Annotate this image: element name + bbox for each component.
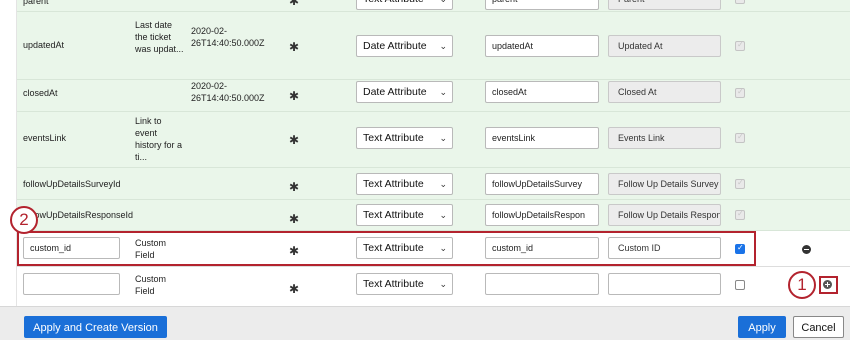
callout-number: 2 — [10, 206, 38, 234]
field-name: closedAt — [23, 88, 58, 98]
attribute-type-select[interactable]: Date Attribute ⌄ — [356, 35, 453, 57]
cancel-button[interactable]: Cancel — [793, 316, 844, 338]
field-name: updatedAt — [23, 40, 65, 50]
attribute-type-value: Text Attribute — [363, 0, 424, 5]
field-name: followUpDetailsSurveyId — [23, 179, 121, 189]
custom-field-row-highlight — [17, 231, 756, 266]
apply-and-create-version-button[interactable]: Apply and Create Version — [24, 316, 167, 338]
left-panel-edge — [0, 0, 17, 340]
include-checkbox — [735, 40, 745, 51]
field-id-input[interactable]: followUpDetailsSurvey — [485, 173, 599, 195]
table-row: eventsLink Link to event history for a t… — [17, 112, 850, 168]
attribute-type-value: Text Attribute — [363, 178, 424, 190]
field-id-input[interactable]: updatedAt — [485, 35, 599, 57]
field-sample-value: 2020-02-26T14:40:50.000Z — [191, 26, 265, 48]
chevron-down-icon: ⌄ — [439, 133, 447, 143]
attribute-type-select[interactable]: Text Attribute ⌄ — [356, 204, 453, 226]
field-sample-value: 2020-02-26T14:40:50.000Z — [191, 81, 265, 103]
attribute-type-value: Text Attribute — [363, 132, 424, 144]
chevron-down-icon: ⌄ — [439, 0, 447, 9]
field-name: eventsLink — [23, 133, 67, 143]
include-checkbox — [735, 178, 745, 189]
gear-icon[interactable]: ✱ — [288, 181, 300, 193]
callout-number: 1 — [788, 271, 816, 299]
gear-icon[interactable]: ✱ — [288, 0, 300, 7]
table-row: followUpDetailsResponseId ✱ Text Attribu… — [17, 200, 850, 231]
apply-button[interactable]: Apply — [738, 316, 786, 338]
include-checkbox — [735, 209, 745, 220]
table-row: followUpDetailsSurveyId ✱ Text Attribute… — [17, 168, 850, 200]
add-button-highlight — [819, 276, 838, 294]
chevron-down-icon: ⌄ — [439, 87, 447, 97]
field-name: parent — [23, 0, 49, 6]
gear-icon[interactable]: ✱ — [288, 41, 300, 53]
field-description: Custom Field — [135, 274, 167, 296]
chevron-down-icon: ⌄ — [439, 179, 447, 189]
table-row: updatedAt Last date the ticket was updat… — [17, 12, 850, 80]
attribute-type-value: Date Attribute — [363, 86, 427, 98]
include-checkbox — [735, 0, 745, 4]
field-label-display: Follow Up Details Survey — [608, 173, 721, 195]
field-label-display: Parent — [608, 0, 721, 10]
gear-icon[interactable]: ✱ — [288, 90, 300, 102]
attribute-type-value: Date Attribute — [363, 40, 427, 52]
field-id-input[interactable]: closedAt — [485, 81, 599, 103]
attribute-type-select[interactable]: Date Attribute ⌄ — [356, 81, 453, 103]
gear-icon[interactable]: ✱ — [288, 213, 300, 225]
gear-icon[interactable]: ✱ — [288, 134, 300, 146]
attribute-type-select[interactable]: Text Attribute ⌄ — [356, 273, 453, 295]
footer-bar: Apply and Create Version Apply Cancel — [0, 306, 850, 340]
field-id-input[interactable] — [485, 273, 599, 295]
field-description: Link to event history for a ti... — [135, 116, 183, 162]
custom-field-name-input[interactable] — [23, 273, 120, 295]
table-row: Custom Field ✱ Text Attribute ⌄ — [17, 267, 850, 306]
field-label-display: Events Link — [608, 127, 721, 149]
attribute-type-value: Text Attribute — [363, 278, 424, 290]
include-checkbox — [735, 87, 745, 98]
attribute-type-select[interactable]: Text Attribute ⌄ — [356, 127, 453, 149]
minus-circle-icon[interactable] — [802, 245, 811, 254]
attribute-type-select[interactable]: Text Attribute ⌄ — [356, 173, 453, 195]
chevron-down-icon: ⌄ — [439, 210, 447, 220]
field-name: followUpDetailsResponseId — [23, 210, 134, 220]
attribute-type-select[interactable]: Text Attribute ⌄ — [356, 0, 453, 10]
include-checkbox[interactable] — [735, 280, 745, 290]
gear-icon[interactable]: ✱ — [288, 283, 300, 295]
attribute-type-value: Text Attribute — [363, 209, 424, 221]
field-label-input[interactable] — [608, 273, 721, 295]
field-label-display: Follow Up Details Respon — [608, 204, 721, 226]
chevron-down-icon: ⌄ — [439, 41, 447, 51]
field-label-display: Closed At — [608, 81, 721, 103]
chevron-down-icon: ⌄ — [439, 279, 447, 289]
table-row: closedAt 2020-02-26T14:40:50.000Z ✱ Date… — [17, 80, 850, 112]
field-description: Last date the ticket was updat... — [135, 20, 184, 54]
field-id-input[interactable]: parent — [485, 0, 599, 10]
field-id-input[interactable]: followUpDetailsRespon — [485, 204, 599, 226]
field-label-display: Updated At — [608, 35, 721, 57]
field-id-input[interactable]: eventsLink — [485, 127, 599, 149]
include-checkbox — [735, 132, 745, 143]
table-row: parent ✱ Text Attribute ⌄ parent Parent — [17, 0, 850, 12]
